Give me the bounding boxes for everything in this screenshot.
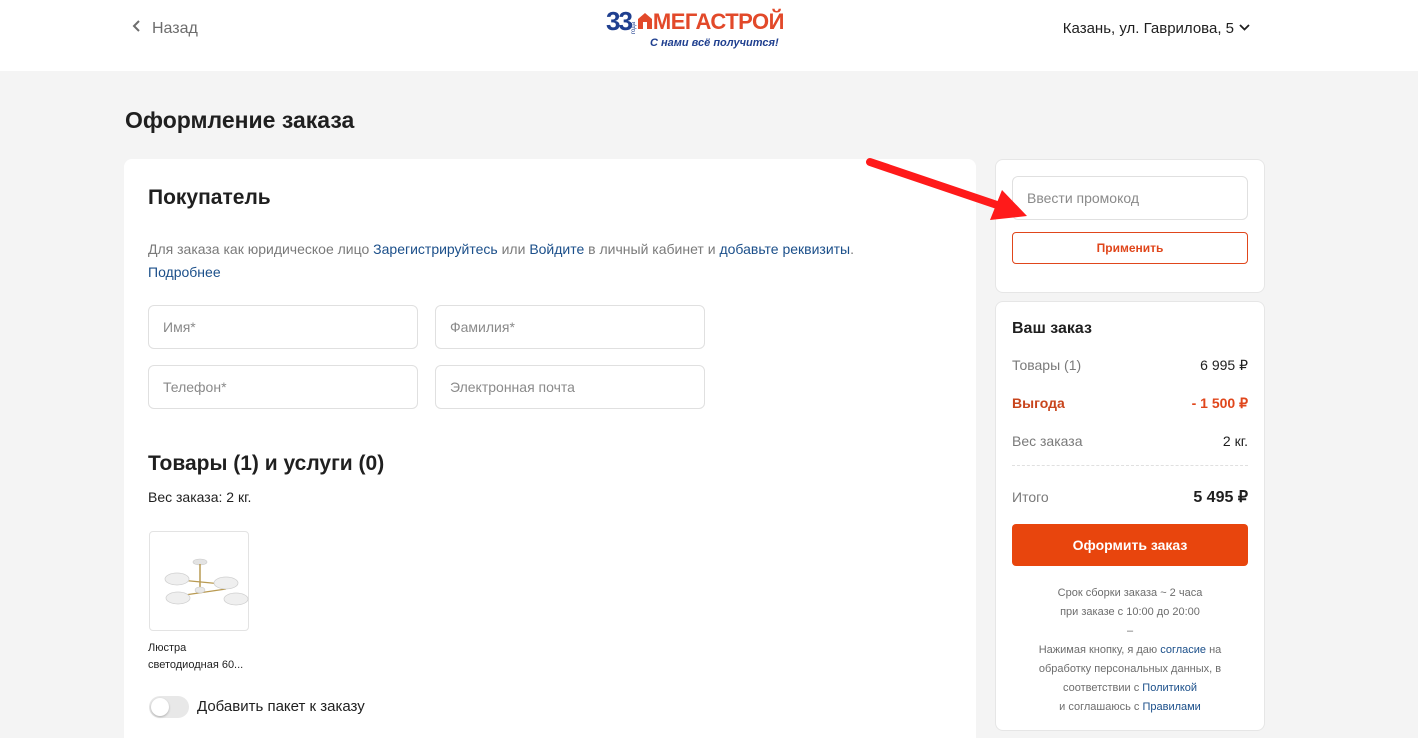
total-value: 5 495 ₽ xyxy=(1193,489,1248,506)
consent-text-1: Нажимая кнопку, я даю xyxy=(1038,644,1161,656)
product-thumbnail[interactable] xyxy=(149,531,249,631)
legal-entity-info: Для заказа как юридическое лицо Зарегист… xyxy=(148,238,938,284)
login-link[interactable]: Войдите xyxy=(529,241,584,257)
logo-slogan: С нами всё получится! xyxy=(650,37,779,49)
consent-link[interactable]: согласие xyxy=(1160,644,1206,656)
city-selector[interactable]: Казань, ул. Гаврилова, 5 xyxy=(1063,20,1250,37)
info-text-2: или xyxy=(497,241,530,257)
first-name-field[interactable] xyxy=(148,305,418,349)
summary-divider xyxy=(1012,465,1248,466)
buyer-card: Покупатель Для заказа как юридическое ли… xyxy=(124,159,976,738)
chevron-left-icon xyxy=(130,19,144,38)
email-field[interactable] xyxy=(435,365,705,409)
weight-row: Вес заказа 2 кг. xyxy=(1012,433,1248,449)
rules-link[interactable]: Правилами xyxy=(1142,701,1200,713)
info-text-4: . xyxy=(850,241,855,257)
logo-number: 33 xyxy=(606,6,633,36)
promo-card: Применить xyxy=(995,159,1265,293)
assembly-hours-text: при заказе с 10:00 до 20:00 xyxy=(1060,606,1200,618)
house-icon xyxy=(637,11,653,34)
order-summary-card: Ваш заказ Товары (1) 6 995 ₽ Выгода - 1 … xyxy=(995,301,1265,731)
chandelier-image xyxy=(164,558,249,606)
add-requisites-link[interactable]: добавьте реквизиты xyxy=(719,241,850,257)
logo-name: МЕГАСТРОЙ xyxy=(652,9,785,34)
chevron-down-icon xyxy=(1239,20,1250,37)
back-label: Назад xyxy=(152,19,198,37)
items-label: Товары (1) xyxy=(1012,357,1082,373)
logo-goda: года xyxy=(630,21,637,34)
items-row: Товары (1) 6 995 ₽ xyxy=(1012,357,1248,374)
logo[interactable]: 33 года МЕГАСТРОЙ С нами всё получится! xyxy=(606,8,786,52)
discount-value: - 1 500 ₽ xyxy=(1191,395,1248,411)
policy-link[interactable]: Политикой xyxy=(1142,682,1197,694)
order-summary-title: Ваш заказ xyxy=(1012,320,1092,337)
goods-section-title: Товары (1) и услуги (0) xyxy=(148,452,385,475)
header: Назад 33 года МЕГАСТРОЙ С нами всё получ… xyxy=(0,0,1418,71)
city-label: Казань, ул. Гаврилова, 5 xyxy=(1062,20,1234,37)
last-name-field[interactable] xyxy=(435,305,705,349)
assembly-time-text: Срок сборки заказа ~ 2 часа xyxy=(1057,587,1203,599)
order-note: Срок сборки заказа ~ 2 часа при заказе с… xyxy=(1012,584,1248,717)
toggle-knob xyxy=(151,698,169,716)
discount-row: Выгода - 1 500 ₽ xyxy=(1012,395,1248,412)
promo-code-input[interactable] xyxy=(1012,176,1248,220)
note-dash: – xyxy=(1126,625,1134,637)
info-text-3: в личный кабинет и xyxy=(584,241,720,257)
package-toggle-label: Добавить пакет к заказу xyxy=(197,698,365,715)
register-link[interactable]: Зарегистрируйтесь xyxy=(373,241,498,257)
discount-label: Выгода xyxy=(1012,395,1065,411)
place-order-button[interactable]: Оформить заказ xyxy=(1012,524,1248,566)
phone-field[interactable] xyxy=(148,365,418,409)
total-row: Итого 5 495 ₽ xyxy=(1012,487,1248,507)
total-label: Итого xyxy=(1012,489,1049,505)
consent-text: Нажимая кнопку, я даю согласие на обрабо… xyxy=(1012,641,1248,717)
info-text-1: Для заказа как юридическое лицо xyxy=(148,241,374,257)
items-value: 6 995 ₽ xyxy=(1200,357,1248,373)
weight-label: Вес заказа xyxy=(1012,433,1083,449)
back-button[interactable]: Назад xyxy=(130,19,198,38)
consent-text-3: и соглашаюсь с xyxy=(1059,701,1143,713)
weight-value: 2 кг. xyxy=(1222,433,1248,449)
product-name[interactable]: Люстра светодиодная 60... xyxy=(148,640,258,674)
apply-promo-button[interactable]: Применить xyxy=(1012,232,1248,264)
order-weight-text: Вес заказа: 2 кг. xyxy=(148,489,252,505)
package-toggle[interactable] xyxy=(149,696,189,718)
more-link[interactable]: Подробнее xyxy=(148,264,221,280)
page-title: Оформление заказа xyxy=(125,107,355,133)
buyer-section-title: Покупатель xyxy=(148,186,271,209)
